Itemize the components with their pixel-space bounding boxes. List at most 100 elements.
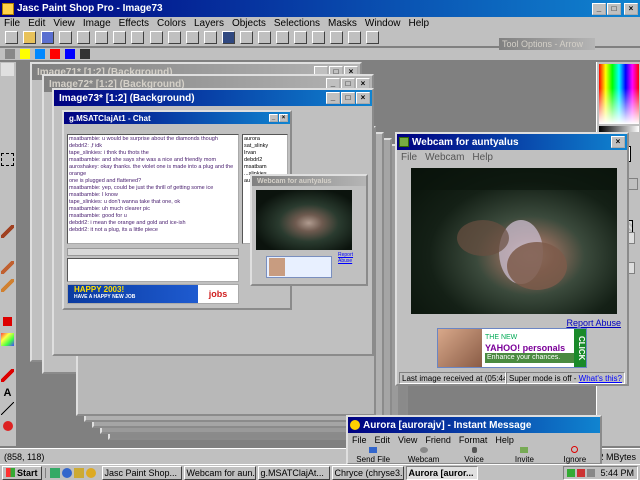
mail-icon[interactable] xyxy=(73,467,84,478)
send-file-button[interactable]: Send File xyxy=(348,446,398,464)
menu-file[interactable]: File xyxy=(0,18,24,29)
list-item[interactable]: aurora xyxy=(244,136,286,143)
webcam-button[interactable]: Webcam xyxy=(398,446,448,464)
browser-icon[interactable] xyxy=(61,467,72,478)
menu-image[interactable]: Image xyxy=(79,18,115,29)
toggle-toolbar-icon[interactable] xyxy=(257,31,271,44)
menu-help[interactable]: Help xyxy=(491,435,518,445)
color-swatch-icon[interactable] xyxy=(65,49,76,59)
menu-view[interactable]: View xyxy=(49,18,79,29)
menu-help[interactable]: Help xyxy=(468,152,497,163)
tool-options-palette[interactable]: Tool Options - Arrow xyxy=(499,38,595,50)
menu-masks[interactable]: Masks xyxy=(324,18,361,29)
im-window[interactable]: Aurora [aurorajv] - Instant Message File… xyxy=(346,415,602,465)
copy-icon[interactable] xyxy=(131,31,145,44)
toggle-script-icon[interactable] xyxy=(348,31,362,44)
flood-fill-tool-icon[interactable] xyxy=(1,369,14,382)
color-swatch-icon[interactable] xyxy=(80,49,91,59)
menu-layers[interactable]: Layers xyxy=(190,18,228,29)
ad-click[interactable]: CLICK xyxy=(574,329,586,367)
webcam-window[interactable]: Webcam for auntyalus × File Webcam Help … xyxy=(395,132,629,386)
toggle-layers-icon[interactable] xyxy=(294,31,307,44)
close-button[interactable]: × xyxy=(356,92,370,104)
toggle-palette-icon[interactable] xyxy=(275,31,289,44)
list-item[interactable]: Irvan xyxy=(244,150,286,157)
menu-friend[interactable]: Friend xyxy=(421,435,455,445)
task-psp[interactable]: Jasc Paint Shop... xyxy=(101,465,182,480)
color-picker-spectrum[interactable] xyxy=(599,64,639,124)
voice-button[interactable]: Voice xyxy=(449,446,499,464)
volume-icon[interactable] xyxy=(587,468,596,477)
tray-icon[interactable] xyxy=(567,468,576,477)
open-folder-icon[interactable] xyxy=(23,31,37,44)
retouch-tool-icon[interactable] xyxy=(1,279,14,292)
eraser-tool-icon[interactable] xyxy=(3,317,12,326)
webcam-small-ad[interactable] xyxy=(266,256,332,278)
screen-capture-icon[interactable] xyxy=(221,31,235,44)
color-swatch-icon[interactable] xyxy=(35,49,46,59)
menu-edit[interactable]: Edit xyxy=(24,18,49,29)
menu-edit[interactable]: Edit xyxy=(371,435,395,445)
color-replacer-tool-icon[interactable] xyxy=(1,261,14,274)
menu-webcam[interactable]: Webcam xyxy=(421,152,468,163)
lasso-tool-icon[interactable] xyxy=(1,171,14,184)
redo-icon[interactable] xyxy=(95,31,109,44)
minimize-button[interactable]: _ xyxy=(592,2,606,15)
desktop-icon[interactable] xyxy=(49,467,60,478)
scratch-remover-tool-icon[interactable] xyxy=(1,297,14,310)
grid-icon[interactable] xyxy=(5,49,15,59)
text-tool-icon[interactable]: A xyxy=(1,387,14,400)
yahoo-personals-ad[interactable]: THE NEW YAHOO! personals Enhance your ch… xyxy=(437,328,587,368)
menu-window[interactable]: Window xyxy=(361,18,405,29)
chat-banner[interactable]: HAPPY 2003! HAVE A HAPPY NEW JOB jobs xyxy=(67,284,239,304)
crop-tool-icon[interactable] xyxy=(1,117,14,130)
close-button[interactable]: × xyxy=(279,114,288,122)
dropper-tool-icon[interactable] xyxy=(1,207,14,220)
task-webcam[interactable]: Webcam for aun... xyxy=(183,465,256,480)
clock[interactable]: 5:44 PM xyxy=(600,468,634,478)
zoom-in-icon[interactable] xyxy=(185,31,199,44)
menu-file[interactable]: File xyxy=(397,152,421,163)
crop-icon[interactable] xyxy=(167,31,181,44)
close-button[interactable]: × xyxy=(611,136,625,148)
minimize-button[interactable]: _ xyxy=(269,114,278,122)
maximize-button[interactable]: □ xyxy=(341,92,355,104)
webcam-report-abuse-link[interactable]: Report Abuse xyxy=(566,318,621,328)
zoom-out-icon[interactable] xyxy=(203,31,217,44)
maximize-button[interactable]: □ xyxy=(607,2,621,15)
task-chryce[interactable]: Chryce (chryse3... xyxy=(331,465,404,480)
browse-icon[interactable] xyxy=(239,31,253,44)
whats-this-link[interactable]: What's this? xyxy=(579,374,622,383)
psp-title-bar[interactable]: Jasc Paint Shop Pro - Image73 _ □ × xyxy=(0,0,640,17)
invite-button[interactable]: Invite xyxy=(499,446,549,464)
chat-message-input[interactable] xyxy=(67,258,239,282)
task-aurora[interactable]: Aurora [auror... xyxy=(405,465,478,480)
ignore-button[interactable]: Ignore xyxy=(550,446,600,464)
magic-wand-tool-icon[interactable] xyxy=(1,189,14,202)
task-chat[interactable]: g.MSATClajAt... xyxy=(257,465,330,480)
deform-tool-icon[interactable] xyxy=(1,99,14,112)
menu-objects[interactable]: Objects xyxy=(228,18,270,29)
list-item[interactable]: msatbam xyxy=(244,164,286,171)
paintbrush-tool-icon[interactable] xyxy=(1,225,14,238)
im-title-bar[interactable]: Aurora [aurorajv] - Instant Message xyxy=(348,417,600,433)
print-icon[interactable] xyxy=(59,31,73,44)
color-swatch-icon[interactable] xyxy=(50,49,61,59)
color-swatch-icon[interactable] xyxy=(20,49,31,59)
arrow-tool-icon[interactable] xyxy=(1,63,14,76)
help-icon[interactable] xyxy=(366,31,380,44)
messenger-icon[interactable] xyxy=(85,467,96,478)
webcam-title-bar[interactable]: Webcam for auntyalus × xyxy=(397,134,627,150)
list-item[interactable]: sat_slinky xyxy=(244,143,286,150)
selection-tool-icon[interactable] xyxy=(1,153,14,166)
tray-icon[interactable] xyxy=(577,468,586,477)
menu-format[interactable]: Format xyxy=(455,435,492,445)
menu-view[interactable]: View xyxy=(394,435,421,445)
line-tool-icon[interactable] xyxy=(1,402,14,415)
airbrush-tool-icon[interactable] xyxy=(1,351,14,364)
toggle-histogram-icon[interactable] xyxy=(330,31,344,44)
clone-brush-tool-icon[interactable] xyxy=(1,243,14,256)
menu-selections[interactable]: Selections xyxy=(270,18,324,29)
zoom-tool-icon[interactable] xyxy=(1,81,14,94)
paste-icon[interactable] xyxy=(149,31,163,44)
